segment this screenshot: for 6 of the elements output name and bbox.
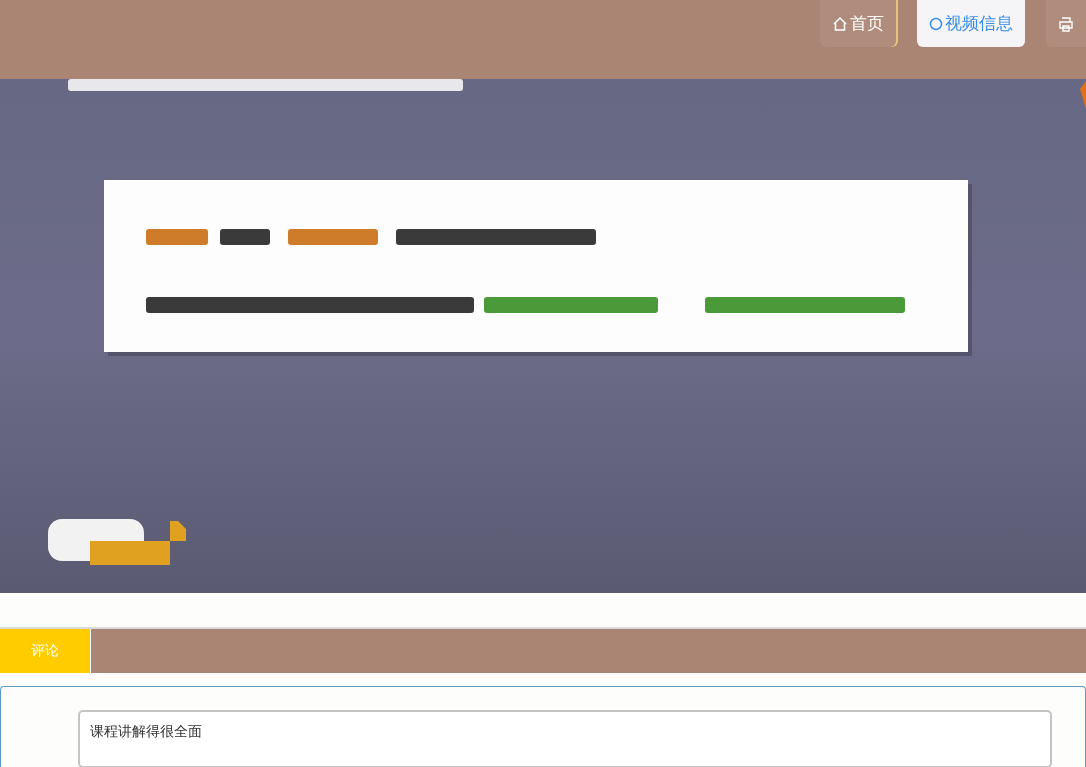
nav-tab[interactable]: 首页 <box>820 0 896 47</box>
circle-icon <box>929 16 943 31</box>
printer-icon <box>1058 15 1074 32</box>
home-icon <box>832 15 848 32</box>
nav-tab[interactable]: 视频信息 <box>917 0 1025 47</box>
comment-field[interactable]: 课程讲解得很全面 <box>78 710 1052 767</box>
